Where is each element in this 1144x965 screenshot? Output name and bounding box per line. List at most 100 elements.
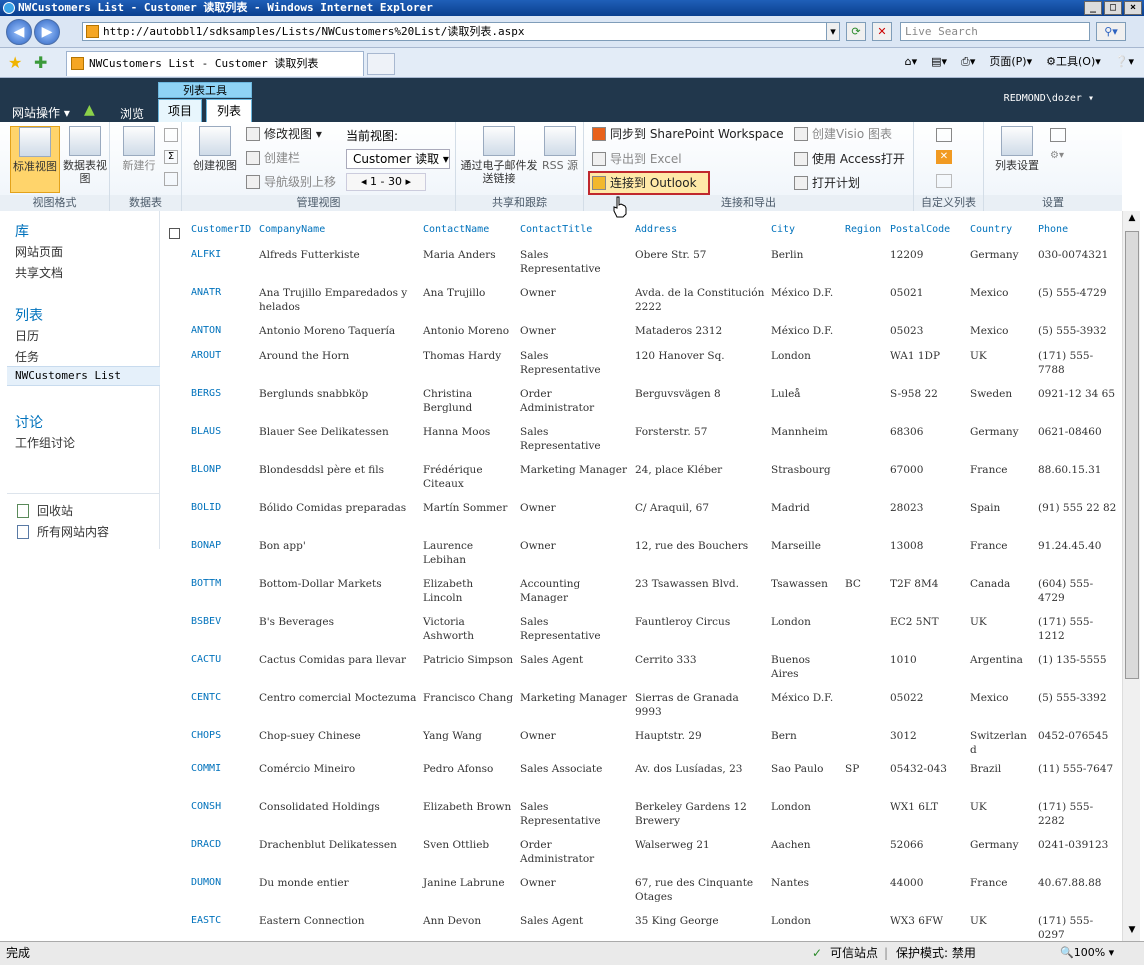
refresh-data-icon[interactable] — [164, 172, 178, 186]
nav-calendar[interactable]: 日历 — [15, 327, 39, 344]
nav-libraries[interactable]: 库 — [15, 221, 29, 241]
add-favorites-icon[interactable]: ✚ — [34, 53, 47, 72]
nav-nw-customers-list[interactable]: NWCustomers List — [7, 366, 160, 386]
column-header-contacttitle[interactable]: ContactTitle — [517, 221, 632, 243]
forward-button[interactable]: ▶ — [34, 19, 60, 45]
cell-customerid[interactable]: CHOPS — [188, 724, 256, 757]
cell-customerid[interactable]: DRACD — [188, 833, 256, 871]
table-row[interactable]: ALFKI Alfreds Futterkiste Maria Anders Sale… — [166, 243, 1122, 281]
table-row[interactable]: BOLID Bólido Comidas preparadas Martín Som… — [166, 496, 1122, 534]
navigate-up-button[interactable]: 导航级别上移 — [246, 174, 336, 190]
row-select-cell[interactable] — [166, 281, 188, 319]
page-menu[interactable]: 页面(P)▾ — [989, 53, 1032, 71]
table-row[interactable]: BERGS Berglunds snabbköp Christina Berglun… — [166, 382, 1122, 420]
table-row[interactable]: DRACD Drachenblut Delikatessen Sven Ottlie… — [166, 833, 1122, 871]
nav-tasks[interactable]: 任务 — [15, 348, 39, 365]
row-select-cell[interactable] — [166, 243, 188, 281]
scroll-down-icon[interactable]: ▼ — [1125, 925, 1139, 939]
table-row[interactable]: BONAP Bon app' Laurence Lebihan Owner 12, ru… — [166, 534, 1122, 572]
customize-form-icon[interactable] — [936, 128, 952, 142]
open-schedule-button[interactable]: 打开计划 — [794, 175, 860, 191]
cell-customerid[interactable]: CACTU — [188, 648, 256, 686]
table-row[interactable]: BLONP Blondesddsl père et fils Frédérique … — [166, 458, 1122, 496]
favorites-star-icon[interactable]: ★ — [8, 53, 22, 72]
row-select-cell[interactable] — [166, 319, 188, 344]
tools-menu[interactable]: ⚙工具(O)▾ — [1046, 53, 1101, 71]
row-select-cell[interactable] — [166, 610, 188, 648]
row-select-cell[interactable] — [166, 833, 188, 871]
modify-view-button[interactable]: 修改视图 ▾ — [246, 126, 322, 142]
cell-customerid[interactable]: BOTTM — [188, 572, 256, 610]
cell-customerid[interactable]: CENTC — [188, 686, 256, 724]
column-header-contactname[interactable]: ContactName — [420, 221, 517, 243]
nav-team-discussion[interactable]: 工作组讨论 — [15, 434, 75, 451]
table-row[interactable]: CONSH Consolidated Holdings Elizabeth Brow… — [166, 795, 1122, 833]
nav-discussions[interactable]: 讨论 — [15, 412, 43, 432]
scroll-up-icon[interactable]: ▲ — [1125, 213, 1139, 227]
edit-library-icon[interactable] — [936, 174, 952, 188]
table-row[interactable]: CACTU Cactus Comidas para llevar Patricio … — [166, 648, 1122, 686]
nav-all-content[interactable]: 所有网站内容 — [37, 523, 109, 540]
help-icon[interactable]: ❔▾ — [1115, 53, 1134, 71]
workflow-icon[interactable]: ✕ — [936, 150, 952, 164]
feeds-icon[interactable]: ▤▾ — [931, 53, 947, 71]
column-header-companyname[interactable]: CompanyName — [256, 221, 420, 243]
table-row[interactable]: ANTON Antonio Moreno Taquería Antonio More… — [166, 319, 1122, 344]
print-icon[interactable]: ⎙▾ — [961, 53, 975, 71]
browser-tab[interactable]: NWCustomers List - Customer 读取列表 — [66, 51, 364, 76]
table-row[interactable]: ANATR Ana Trujillo Emparedados y helados A… — [166, 281, 1122, 319]
home-icon[interactable]: ⌂▾ — [905, 53, 918, 71]
table-row[interactable]: AROUT Around the Horn Thomas Hardy Sales Re… — [166, 344, 1122, 382]
table-row[interactable]: COMMI Comércio Mineiro Pedro Afonso Sales A… — [166, 757, 1122, 795]
permissions-icon[interactable] — [1050, 128, 1066, 142]
zoom-level[interactable]: 🔍100% ▾ — [1060, 942, 1114, 964]
nav-recycle-bin[interactable]: 回收站 — [37, 502, 73, 519]
standard-view-button[interactable]: 标准视图 — [10, 126, 60, 193]
nav-lists[interactable]: 列表 — [15, 305, 43, 325]
trusted-zone[interactable]: 可信站点 — [830, 942, 878, 964]
cell-customerid[interactable]: BONAP — [188, 534, 256, 572]
column-header-postalcode[interactable]: PostalCode — [887, 221, 967, 243]
new-row-button[interactable]: 新建行 — [114, 126, 164, 172]
rss-button[interactable]: RSS 源 — [540, 126, 580, 172]
cell-customerid[interactable]: BLAUS — [188, 420, 256, 458]
tab-items[interactable]: 项目 — [158, 99, 202, 122]
tab-list[interactable]: 列表 — [206, 99, 252, 122]
table-row[interactable]: CENTC Centro comercial Moctezuma Francisco… — [166, 686, 1122, 724]
table-row[interactable]: CHOPS Chop-suey Chinese Yang Wang Owner Haup… — [166, 724, 1122, 757]
column-header-region[interactable]: Region — [842, 221, 887, 243]
totals-icon[interactable]: Σ — [164, 150, 178, 164]
row-select-cell[interactable] — [166, 724, 188, 757]
new-tab-button[interactable] — [367, 53, 395, 75]
cell-customerid[interactable]: BLONP — [188, 458, 256, 496]
connect-outlook-button[interactable]: 连接到 Outlook — [592, 175, 697, 191]
user-menu[interactable]: REDMOND\dozer ▾ — [1004, 93, 1094, 104]
cell-customerid[interactable]: ANATR — [188, 281, 256, 319]
row-select-cell[interactable] — [166, 572, 188, 610]
create-visio-button[interactable]: 创建Visio 图表 — [794, 126, 892, 142]
cell-customerid[interactable]: DUMON — [188, 871, 256, 909]
select-all-checkbox[interactable] — [166, 221, 188, 243]
table-row[interactable]: BOTTM Bottom-Dollar Markets Elizabeth Linc… — [166, 572, 1122, 610]
url-dropdown-button[interactable]: ▾ — [826, 22, 840, 41]
export-excel-button[interactable]: 导出到 Excel — [592, 151, 682, 167]
row-select-cell[interactable] — [166, 534, 188, 572]
cell-customerid[interactable]: BOLID — [188, 496, 256, 534]
vertical-scrollbar[interactable]: ▲ ▼ — [1122, 211, 1140, 941]
cell-customerid[interactable]: ANTON — [188, 319, 256, 344]
back-button[interactable]: ◀ — [6, 19, 32, 45]
workflow-settings-icon[interactable]: ⚙▾ — [1050, 150, 1072, 164]
minimize-button[interactable]: _ — [1084, 1, 1102, 15]
nav-site-pages[interactable]: 网站页面 — [15, 243, 63, 260]
datasheet-view-button[interactable]: 数据表视图 — [60, 126, 110, 185]
table-row[interactable]: BSBEV B's Beverages Victoria Ashworth Sales… — [166, 610, 1122, 648]
row-select-cell[interactable] — [166, 382, 188, 420]
browse-tab[interactable]: 浏览 — [120, 105, 144, 122]
create-column-button[interactable]: 创建栏 — [246, 150, 300, 166]
row-select-cell[interactable] — [166, 496, 188, 534]
nav-shared-docs[interactable]: 共享文档 — [15, 264, 63, 281]
row-select-cell[interactable] — [166, 344, 188, 382]
list-settings-button[interactable]: 列表设置 — [988, 126, 1046, 172]
row-select-cell[interactable] — [166, 648, 188, 686]
row-select-cell[interactable] — [166, 871, 188, 909]
